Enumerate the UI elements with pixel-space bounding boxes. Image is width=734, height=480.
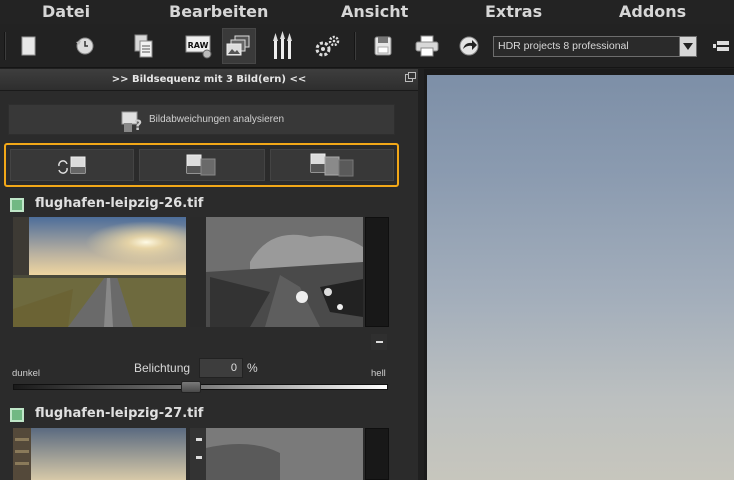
save-button[interactable]: [366, 28, 400, 64]
deviation-map-thumbnail[interactable]: [190, 217, 363, 327]
image-thumbnail[interactable]: [13, 428, 186, 480]
menu-bearbeiten[interactable]: Bearbeiten: [169, 2, 268, 21]
preview-area: [424, 69, 734, 480]
panel-title: >> Bildsequenz mit 3 Bild(ern) <<: [111, 74, 307, 85]
deviation-map-image: [190, 428, 363, 480]
preset-dropdown[interactable]: HDR projects 8 professional: [493, 36, 697, 57]
deviation-map-thumbnail[interactable]: [190, 428, 363, 480]
analyze-label: Bildabweichungen analysieren: [149, 114, 285, 125]
deviation-map-image: [190, 217, 363, 327]
hdr-preview-image[interactable]: [427, 75, 734, 480]
save-icon: [374, 36, 392, 56]
image-sequence-icon: [226, 35, 250, 56]
svg-text:?: ?: [134, 118, 142, 133]
menu-ansicht[interactable]: Ansicht: [341, 2, 408, 21]
toolbar: RAW HDR projects 8 professional: [0, 24, 734, 68]
analyze-question-icon: ?: [121, 111, 142, 133]
airport-photo-thumbnail: [13, 428, 186, 480]
image-filename: flughafen-leipzig-26.tif: [35, 196, 204, 211]
history-icon: [76, 37, 94, 55]
new-button[interactable]: [12, 28, 46, 64]
swap-view-icon: [58, 156, 86, 174]
chevron-down-icon[interactable]: [679, 37, 696, 56]
view-three-images-button[interactable]: [270, 149, 394, 181]
brushes-icon: [273, 31, 292, 59]
panel-header: >> Bildsequenz mit 3 Bild(ern) <<: [0, 69, 418, 91]
preset-value: HDR projects 8 professional: [498, 40, 629, 52]
raw-button[interactable]: RAW: [182, 28, 216, 64]
exposure-max-label: hell: [371, 368, 386, 379]
brushes-button[interactable]: [266, 28, 300, 64]
export-button[interactable]: [452, 28, 486, 64]
two-image-view-icon: [186, 154, 216, 176]
more-tools-button[interactable]: [706, 28, 734, 64]
collapse-button[interactable]: [371, 334, 387, 350]
export-arrow-icon: [459, 36, 479, 56]
exposure-input[interactable]: 0: [199, 358, 243, 378]
menu-datei[interactable]: Datei: [42, 2, 90, 21]
settings-button[interactable]: [310, 28, 344, 64]
toolbar-grip: [4, 32, 6, 60]
undock-icon[interactable]: [405, 72, 416, 82]
histogram-bar: [365, 428, 389, 480]
image-sequence-panel: >> Bildsequenz mit 3 Bild(ern) << ? Bild…: [0, 69, 418, 480]
menu-extras[interactable]: Extras: [485, 2, 542, 21]
image-checkbox[interactable]: [10, 198, 24, 212]
view-mode-group: [4, 143, 399, 187]
menu-addons[interactable]: Addons: [619, 2, 686, 21]
three-image-view-icon: [310, 153, 354, 177]
history-button[interactable]: [68, 28, 102, 64]
svg-text:RAW: RAW: [188, 41, 209, 50]
tools-overflow-icon: [713, 41, 729, 51]
view-two-images-button[interactable]: [139, 149, 265, 181]
airport-photo-thumbnail: [13, 217, 186, 327]
image-filename: flughafen-leipzig-27.tif: [35, 406, 204, 421]
analyze-deviations-button[interactable]: ? Bildabweichungen analysieren: [8, 104, 395, 135]
copy-document-icon: [134, 34, 153, 58]
print-icon: [415, 35, 439, 57]
image-sequence-button[interactable]: [222, 28, 256, 64]
menu-bar: Datei Bearbeiten Ansicht Extras Addons: [0, 0, 734, 24]
exposure-unit: %: [247, 361, 258, 375]
toolbar-separator: [354, 32, 356, 60]
histogram-bar: [365, 217, 389, 327]
image-thumbnail[interactable]: [13, 217, 186, 327]
print-button[interactable]: [410, 28, 444, 64]
copy-document-button[interactable]: [126, 28, 160, 64]
image-checkbox[interactable]: [10, 408, 24, 422]
new-icon: [21, 36, 36, 56]
raw-icon: RAW: [185, 35, 212, 59]
exposure-slider-track[interactable]: [13, 384, 388, 390]
view-swap-button[interactable]: [10, 149, 134, 181]
exposure-min-label: dunkel: [12, 368, 40, 379]
exposure-slider-thumb[interactable]: [180, 381, 201, 393]
settings-gears-icon: [315, 35, 340, 57]
exposure-label: Belichtung: [134, 361, 191, 375]
